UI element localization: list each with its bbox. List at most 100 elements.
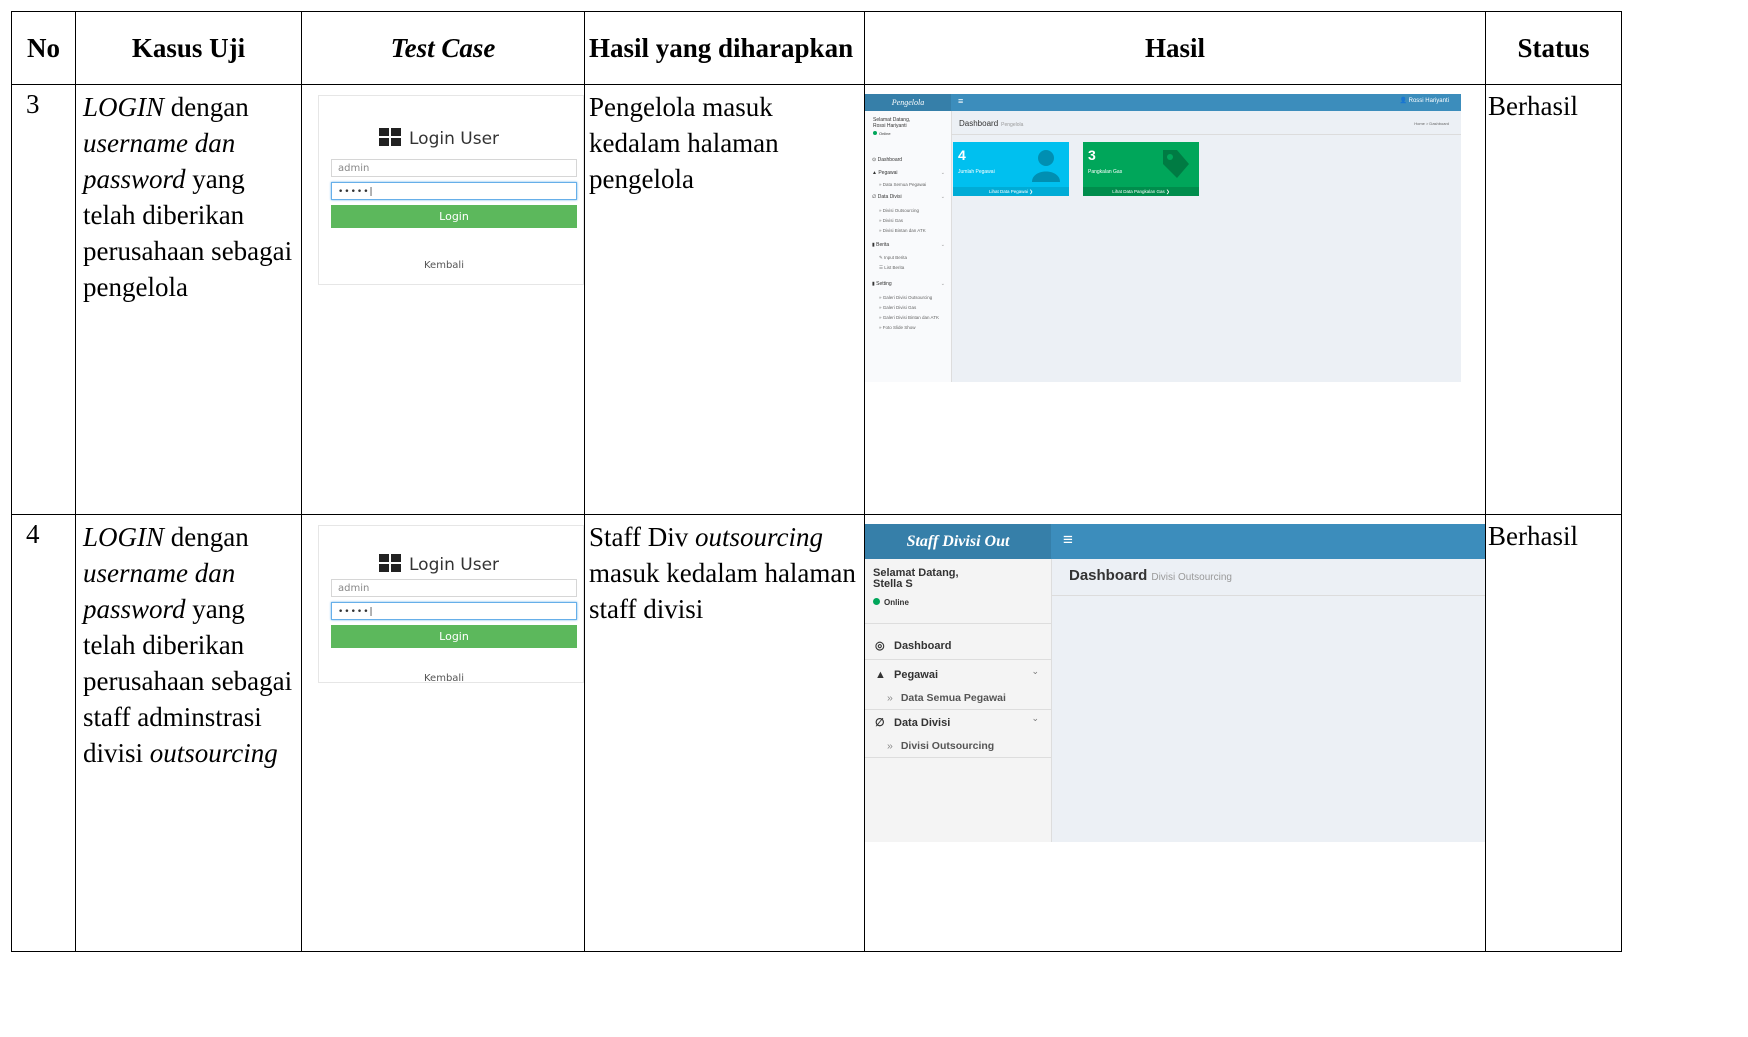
kasus-uji-text: LOGIN dengan username dan password yang … xyxy=(83,522,293,768)
double-chevron-icon: » xyxy=(887,740,893,752)
expected-cell: Staff Div outsourcing masuk kedalam hala… xyxy=(584,514,865,952)
login-button[interactable]: Login xyxy=(331,625,577,648)
divider xyxy=(865,757,1051,758)
header-hasil: Hasil xyxy=(864,11,1486,85)
back-link[interactable]: Kembali xyxy=(424,260,464,271)
chevron-down-icon: ⌄ xyxy=(940,170,945,176)
hasil-cell: Pengelola ≡ 👤 Rossi Hariyanti Selamat Da… xyxy=(864,84,1486,515)
test-case-cell: Login User admin •••••| Login Kembali xyxy=(301,514,585,952)
table-row: 4 LOGIN dengan username dan password yan… xyxy=(11,514,1622,952)
password-field[interactable]: •••••| xyxy=(331,182,577,200)
header-status: Status xyxy=(1485,11,1622,85)
row-number: 4 xyxy=(11,514,76,952)
status-cell: Berhasil xyxy=(1485,84,1622,515)
sidebar-subitem-divisi-gas[interactable]: » Divisi Gas xyxy=(879,218,903,223)
chevron-down-icon: ⌄ xyxy=(1031,713,1039,723)
header-no: No xyxy=(11,11,76,85)
user-menu[interactable]: 👤 Rossi Hariyanti xyxy=(1400,97,1450,104)
divider xyxy=(1052,595,1485,596)
status-text: Berhasil xyxy=(1488,91,1578,121)
sidebar-subitem-list-berita[interactable]: ☰ List Berita xyxy=(879,265,904,271)
menu-toggle-icon[interactable]: ≡ xyxy=(1063,530,1073,550)
sidebar-greeting: Selamat Datang, Rossi Hariyanti xyxy=(873,117,911,129)
staff-dashboard-screenshot: Staff Divisi Out ≡ Selamat Datang, Stella… xyxy=(865,524,1485,842)
back-link[interactable]: Kembali xyxy=(424,673,464,684)
breadcrumb[interactable]: Home > Dashboard xyxy=(1414,121,1449,126)
divider xyxy=(865,659,1051,660)
expected-cell: Pengelola masuk kedalam halaman pengelol… xyxy=(584,84,865,515)
row-number: 3 xyxy=(11,84,76,515)
header-hasil-diharapkan: Hasil yang diharapkan xyxy=(584,11,865,85)
stat-footer-link[interactable]: Lihat Data Pegawai ❯ xyxy=(953,187,1069,196)
sidebar-subitem-galeri-gas[interactable]: » Galeri Divisi Gas xyxy=(879,305,916,310)
header-kasus-uji: Kasus Uji xyxy=(75,11,302,85)
app-brand: Pengelola xyxy=(865,94,951,111)
sidebar-subitem-divisi-outsourcing[interactable]: » Divisi Outsourcing xyxy=(887,740,994,752)
status-text: Berhasil xyxy=(1488,521,1578,551)
login-screenshot: Login User admin •••••| Login Kembali xyxy=(318,95,584,285)
login-button[interactable]: Login xyxy=(331,205,577,228)
page-title: Dashboard Divisi Outsourcing xyxy=(1069,567,1232,584)
expected-text: Pengelola masuk kedalam halaman pengelol… xyxy=(589,92,779,194)
test-case-table: No Kasus Uji Test Case Hasil yang dihara… xyxy=(11,11,1622,952)
top-navbar xyxy=(865,94,1461,111)
sidebar-item-berita[interactable]: ▮ Berita xyxy=(872,242,889,248)
windows-icon xyxy=(379,554,401,572)
divider xyxy=(951,134,1461,135)
sidebar-subitem-data-semua-pegawai[interactable]: » Data Semua Pegawai xyxy=(887,692,1006,704)
pengelola-dashboard-screenshot: Pengelola ≡ 👤 Rossi Hariyanti Selamat Da… xyxy=(865,94,1461,382)
chevron-down-icon: ⌄ xyxy=(940,242,945,248)
sidebar-subitem-galeri-outsourcing[interactable]: » Galeri Divisi Outsourcing xyxy=(879,295,932,300)
chevron-down-icon: ⌄ xyxy=(1031,666,1039,676)
stat-value: 3 xyxy=(1088,147,1096,163)
login-title: Login User xyxy=(379,128,499,149)
page-title: Dashboard Pengelola xyxy=(959,119,1024,128)
sidebar-item-data-divisi[interactable]: ∅ Data Divisi xyxy=(875,716,950,729)
kasus-uji-text: LOGIN dengan username dan password yang … xyxy=(83,92,293,302)
chevron-down-icon: ⌄ xyxy=(940,281,945,287)
user-icon xyxy=(1032,150,1060,182)
sidebar-subitem-divisi-outsourcing[interactable]: » Divisi Outsourcing xyxy=(879,208,919,213)
username-field[interactable]: admin xyxy=(331,579,577,597)
chevron-down-icon: ⌄ xyxy=(940,194,945,200)
online-status: Online xyxy=(873,131,891,136)
test-case-cell: Login User admin •••••| Login Kembali xyxy=(301,84,585,515)
sidebar-item-setting[interactable]: ▮ Setting xyxy=(872,281,892,287)
header-test-case: Test Case xyxy=(301,11,585,85)
dashboard-icon: ◎ xyxy=(875,640,885,652)
username-field[interactable]: admin xyxy=(331,159,577,177)
stat-box-gas: 3 Pangkalan Gas Lihat Data Pangkalan Gas… xyxy=(1083,142,1199,196)
user-icon: ▲ xyxy=(875,669,886,681)
menu-toggle-icon[interactable]: ≡ xyxy=(958,96,963,106)
online-status: Online xyxy=(873,598,909,607)
sidebar-item-dashboard[interactable]: ⊙ Dashboard xyxy=(872,157,902,163)
password-field[interactable]: •••••| xyxy=(331,602,577,620)
sidebar-item-data-divisi[interactable]: ∅ Data Divisi xyxy=(872,194,902,200)
sidebar-subitem-foto-slide[interactable]: » Foto Slide Show xyxy=(879,325,916,330)
stat-footer-link[interactable]: Lihat Data Pangkalan Gas ❯ xyxy=(1083,187,1199,196)
kasus-uji-cell: LOGIN dengan username dan password yang … xyxy=(75,84,302,515)
sidebar-greeting: Selamat Datang, Stella S xyxy=(873,567,959,590)
tag-icon xyxy=(1163,150,1189,178)
status-cell: Berhasil xyxy=(1485,514,1622,952)
expected-text: Staff Div outsourcing masuk kedalam hala… xyxy=(589,522,856,624)
login-title: Login User xyxy=(379,554,499,575)
sidebar-item-pegawai[interactable]: ▲ Pegawai xyxy=(872,170,898,176)
link-icon: ∅ xyxy=(875,717,885,729)
stat-box-pegawai: 4 Jumlah Pegawai Lihat Data Pegawai ❯ xyxy=(953,142,1069,196)
stat-value: 4 xyxy=(958,147,966,163)
divider xyxy=(865,623,1051,624)
sidebar-subitem-divisi-bintan[interactable]: » Divisi Bintan dan ATK xyxy=(879,228,926,233)
sidebar-subitem-data-semua-pegawai[interactable]: » Data Semua Pegawai xyxy=(879,182,926,187)
app-brand: Staff Divisi Out xyxy=(865,524,1051,559)
sidebar: Selamat Datang, Rossi Hariyanti Online ⊙ … xyxy=(865,111,952,382)
sidebar-subitem-input-berita[interactable]: ✎ Input Berita xyxy=(879,255,907,261)
table-header-row: No Kasus Uji Test Case Hasil yang dihara… xyxy=(11,11,1622,85)
stat-label: Jumlah Pegawai xyxy=(958,169,995,175)
stat-label: Pangkalan Gas xyxy=(1088,169,1123,175)
sidebar-item-dashboard[interactable]: ◎ Dashboard xyxy=(875,639,951,652)
windows-icon xyxy=(379,128,401,146)
login-screenshot: Login User admin •••••| Login Kembali xyxy=(318,525,584,684)
sidebar-subitem-galeri-bintan[interactable]: » Galeri Divisi Bintan dan ATK xyxy=(879,315,939,320)
sidebar-item-pegawai[interactable]: ▲ Pegawai xyxy=(875,669,938,681)
